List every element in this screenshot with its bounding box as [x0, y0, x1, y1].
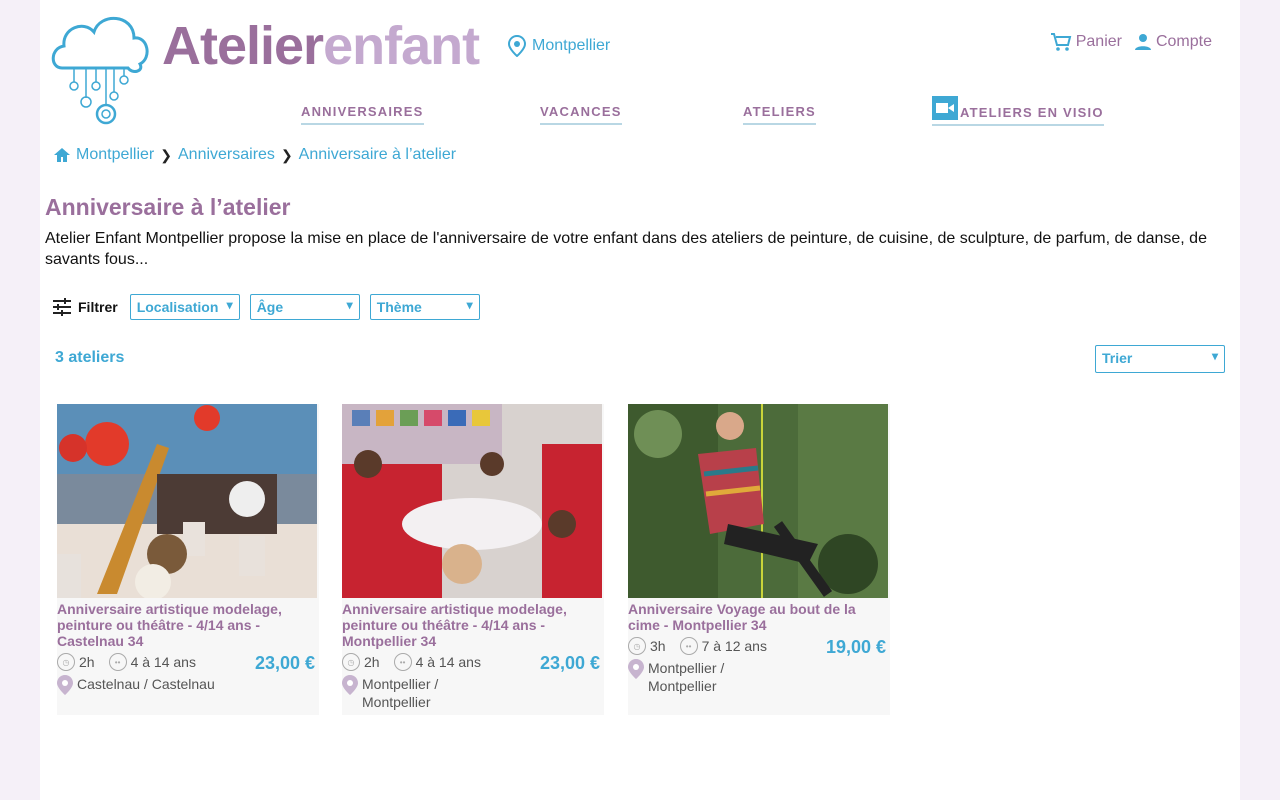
- map-pin-icon: [342, 675, 358, 695]
- card-place: Montpellier / Montpellier: [342, 675, 452, 711]
- account-link[interactable]: Compte: [1134, 32, 1212, 52]
- sort-select[interactable]: Trier: [1095, 345, 1225, 373]
- activity-card[interactable]: Anniversaire artistique modelage, peintu…: [57, 404, 319, 715]
- filter-button[interactable]: Filtrer: [52, 298, 118, 316]
- localisation-select[interactable]: Localisation: [129, 294, 240, 320]
- breadcrumb-current[interactable]: Anniversaire à l’atelier: [299, 146, 456, 164]
- card-price: 23,00 €: [539, 653, 600, 673]
- cart-link[interactable]: Panier: [1050, 32, 1122, 52]
- nav-anniversaires[interactable]: ANNIVERSAIRES: [301, 104, 424, 125]
- card-image[interactable]: [628, 404, 888, 598]
- cart-label: Panier: [1075, 33, 1122, 50]
- card-image[interactable]: [342, 404, 602, 598]
- logo-secondary: enfant: [323, 16, 480, 76]
- card-title[interactable]: Anniversaire Voyage au bout de la cime -…: [628, 601, 888, 633]
- map-pin-icon: [508, 35, 526, 57]
- card-meta: ◷ 2h •• 4 à 14 ans: [57, 653, 196, 671]
- logo-wordmark: Atelierenfant: [162, 16, 480, 76]
- card-place-label: Montpellier / Montpellier: [362, 676, 439, 710]
- card-meta: ◷ 2h •• 4 à 14 ans: [342, 653, 481, 671]
- map-pin-icon: [57, 675, 73, 695]
- video-camera-icon: [932, 96, 958, 120]
- activity-card[interactable]: Anniversaire artistique modelage, peintu…: [342, 404, 604, 715]
- top-right-links: Panier Compte: [1050, 32, 1212, 52]
- age-icon: ••: [393, 653, 412, 671]
- results-count: 3 ateliers: [55, 349, 125, 366]
- nav-visio-label: ATELIERS EN VISIO: [960, 104, 1104, 120]
- page-title: Anniversaire à l’atelier: [45, 194, 291, 220]
- card-price: 19,00 €: [825, 637, 886, 657]
- location-label: Montpellier: [532, 37, 611, 54]
- card-title[interactable]: Anniversaire artistique modelage, peintu…: [342, 601, 602, 649]
- card-age: 7 à 12 ans: [701, 638, 767, 654]
- clock-icon: ◷: [628, 637, 646, 655]
- clock-icon: ◷: [57, 653, 75, 671]
- account-label: Compte: [1155, 33, 1212, 50]
- card-place-label: Montpellier / Montpellier: [648, 660, 725, 694]
- location-selector[interactable]: Montpellier: [508, 35, 610, 57]
- card-title[interactable]: Anniversaire artistique modelage, peintu…: [57, 601, 317, 649]
- chevron-right-icon: ❯: [280, 146, 293, 163]
- page-intro: Atelier Enfant Montpellier propose la mi…: [45, 230, 1207, 268]
- age-select[interactable]: Âge: [249, 294, 360, 320]
- card-place-label: Castelnau / Castelnau: [77, 676, 215, 692]
- logo-primary: Atelier: [162, 16, 324, 76]
- theme-select[interactable]: Thème: [369, 294, 480, 320]
- card-price: 23,00 €: [254, 653, 315, 673]
- map-pin-icon: [628, 659, 644, 679]
- card-meta: ◷ 3h •• 7 à 12 ans: [628, 637, 767, 655]
- breadcrumb-anniversaires[interactable]: Anniversaires: [178, 146, 275, 164]
- breadcrumb-montpellier[interactable]: Montpellier: [76, 146, 154, 164]
- card-age: 4 à 14 ans: [415, 654, 481, 670]
- card-age: 4 à 14 ans: [130, 654, 196, 670]
- card-duration: 3h: [650, 638, 666, 654]
- filter-bar: Filtrer Localisation Âge Thème: [52, 294, 490, 320]
- age-icon: ••: [108, 653, 127, 671]
- cart-icon: [1050, 33, 1071, 51]
- filter-label: Filtrer: [78, 299, 118, 315]
- nav-vacances[interactable]: VACANCES: [540, 104, 622, 125]
- sliders-icon: [53, 298, 71, 316]
- nav-ateliers[interactable]: ATELIERS: [743, 104, 816, 125]
- main-nav: ANNIVERSAIRES VACANCES ATELIERS ATELIERS…: [40, 96, 1240, 128]
- chevron-right-icon: ❯: [160, 146, 172, 163]
- age-icon: ••: [679, 637, 698, 655]
- card-place: Montpellier / Montpellier: [628, 659, 738, 695]
- card-image[interactable]: [57, 404, 317, 598]
- page: Atelierenfant Montpellier Panier Compte: [40, 0, 1240, 800]
- card-duration: 2h: [79, 654, 95, 670]
- card-place: Castelnau / Castelnau: [57, 675, 247, 695]
- card-duration: 2h: [364, 654, 380, 670]
- activity-card[interactable]: Anniversaire Voyage au bout de la cime -…: [628, 404, 890, 715]
- home-icon: [54, 148, 70, 162]
- nav-ateliers-en-visio[interactable]: ATELIERS EN VISIO: [932, 96, 1104, 126]
- breadcrumb: Montpellier ❯ Anniversaires ❯ Anniversai…: [54, 146, 456, 164]
- clock-icon: ◷: [342, 653, 360, 671]
- user-icon: [1134, 34, 1151, 50]
